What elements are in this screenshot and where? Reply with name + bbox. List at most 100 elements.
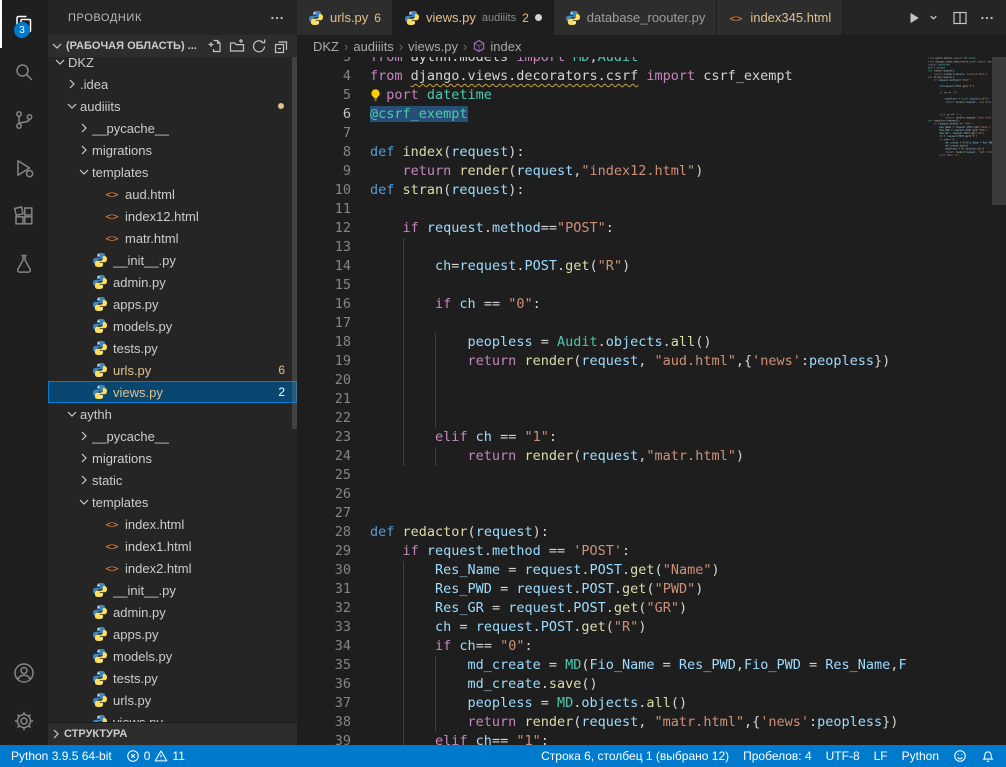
tree-item-static[interactable]: static [48,469,297,491]
code-line-16[interactable]: 16 if ch == "0": [297,295,1006,314]
breadcrumb-audiiits[interactable]: audiiits [353,39,393,54]
line-number[interactable]: 25 [297,466,351,485]
activity-search[interactable] [0,48,48,96]
line-number[interactable]: 21 [297,390,351,409]
code-line-14[interactable]: 14 ch=request.POST.get("R") [297,257,1006,276]
tree-item-aythh[interactable]: aythh [48,403,297,425]
tree-item-index12.html[interactable]: <>index12.html [48,205,297,227]
tree-item-index1.html[interactable]: <>index1.html [48,535,297,557]
chevron-down-icon[interactable] [76,494,92,510]
code-line-13[interactable]: 13 [297,238,1006,257]
tree-item-index2.html[interactable]: <>index2.html [48,557,297,579]
code-line-36[interactable]: 36 md_create.save() [297,675,1006,694]
chevron-down-icon[interactable] [64,98,80,114]
code-line-9[interactable]: 9 return render(request,"index12.html") [297,162,1006,181]
breadcrumb-views.py[interactable]: views.py [408,39,458,54]
code-line-10[interactable]: 10def stran(request): [297,181,1006,200]
tree-item-tests.py[interactable]: tests.py [48,667,297,689]
status-feedback[interactable] [946,745,974,767]
line-number[interactable]: 39 [297,732,351,745]
code-line-21[interactable]: 21 [297,390,1006,409]
activity-testing[interactable] [0,240,48,288]
line-number[interactable]: 14 [297,257,351,276]
tree-item-models.py[interactable]: models.py [48,645,297,667]
line-number[interactable]: 20 [297,371,351,390]
breadcrumb-index[interactable]: index [472,39,521,54]
activity-settings[interactable] [0,697,48,745]
tab-index345.html[interactable]: <>index345.html [717,0,843,35]
code-line-31[interactable]: 31 Res_PWD = request.POST.get("PWD") [297,580,1006,599]
code-editor[interactable]: 3from aythh.models import MD,Audit4from … [297,57,1006,745]
line-number[interactable]: 11 [297,200,351,219]
code-line-38[interactable]: 38 return render(request, "matr.html",{'… [297,713,1006,732]
tree-item-tests.py[interactable]: tests.py [48,337,297,359]
code-line-17[interactable]: 17 [297,314,1006,333]
tab-views.py[interactable]: views.pyaudiiits2 [393,0,554,35]
code-line-37[interactable]: 37 peopless = MD.objects.all() [297,694,1006,713]
line-number[interactable]: 17 [297,314,351,333]
chevron-right-icon[interactable] [64,76,80,92]
tree-item-views.py[interactable]: views.py [48,711,297,722]
tree-item-.idea[interactable]: .idea [48,73,297,95]
tree-item-aud.html[interactable]: <>aud.html [48,183,297,205]
lightbulb-icon[interactable] [368,87,386,104]
new-folder-button[interactable] [227,36,247,56]
code-line-4[interactable]: 4from django.views.decorators.csrf impor… [297,67,1006,86]
tree-item-__init__.py[interactable]: __init__.py [48,249,297,271]
line-number[interactable]: 3 [297,57,351,67]
code-line-6[interactable]: 6@csrf_exempt [297,105,1006,124]
status-python-interpreter[interactable]: Python 3.9.5 64-bit [4,745,119,767]
tree-item-admin.py[interactable]: admin.py [48,271,297,293]
chevron-right-icon[interactable] [76,472,92,488]
line-number[interactable]: 9 [297,162,351,181]
line-number[interactable]: 26 [297,485,351,504]
code-line-7[interactable]: 7 [297,124,1006,143]
code-line-18[interactable]: 18 peopless = Audit.objects.all() [297,333,1006,352]
status-eol[interactable]: LF [867,745,895,767]
code-line-3[interactable]: 3from aythh.models import MD,Audit [297,57,1006,67]
line-number[interactable]: 35 [297,656,351,675]
activity-explorer[interactable]: 3 [0,0,48,48]
code-line-11[interactable]: 11 [297,200,1006,219]
tab-database_roouter.py[interactable]: database_roouter.py [554,0,718,35]
tree-item-views.py[interactable]: views.py2 [48,381,297,403]
new-file-button[interactable] [205,36,225,56]
tree-item-urls.py[interactable]: urls.py6 [48,359,297,381]
tree-item-urls.py[interactable]: urls.py [48,689,297,711]
line-number[interactable]: 10 [297,181,351,200]
refresh-button[interactable] [249,36,269,56]
code-line-34[interactable]: 34 if ch== "0": [297,637,1006,656]
split-editor-button[interactable] [951,8,969,28]
collapse-all-button[interactable] [271,36,291,56]
chevron-right-icon[interactable] [76,450,92,466]
run-button[interactable] [905,8,923,28]
line-number[interactable]: 15 [297,276,351,295]
chevron-right-icon[interactable] [76,120,92,136]
line-number[interactable]: 27 [297,504,351,523]
code-line-15[interactable]: 15 [297,276,1006,295]
status-indentation[interactable]: Пробелов: 4 [736,745,819,767]
code-line-19[interactable]: 19 return render(request, "aud.html",{'n… [297,352,1006,371]
line-number[interactable]: 37 [297,694,351,713]
tree-item-apps.py[interactable]: apps.py [48,293,297,315]
status-notifications[interactable] [974,745,1002,767]
code-line-8[interactable]: 8def index(request): [297,143,1006,162]
tree-item-models.py[interactable]: models.py [48,315,297,337]
line-number[interactable]: 29 [297,542,351,561]
tree-item-audiiits[interactable]: audiiits [48,95,297,117]
chevron-right-icon[interactable] [76,428,92,444]
code-line-22[interactable]: 22 [297,409,1006,428]
activity-extensions[interactable] [0,192,48,240]
tree-item-matr.html[interactable]: <>matr.html [48,227,297,249]
line-number[interactable]: 22 [297,409,351,428]
activity-source-control[interactable] [0,96,48,144]
more-actions-button[interactable] [267,8,287,28]
line-number[interactable]: 33 [297,618,351,637]
tree-item-DKZ[interactable]: DKZ [48,57,297,73]
line-number[interactable]: 38 [297,713,351,732]
code-line-25[interactable]: 25 [297,466,1006,485]
activity-account[interactable] [0,649,48,697]
code-line-5[interactable]: 5import datetime [297,86,1006,105]
line-number[interactable]: 16 [297,295,351,314]
line-number[interactable]: 5 [297,86,351,105]
